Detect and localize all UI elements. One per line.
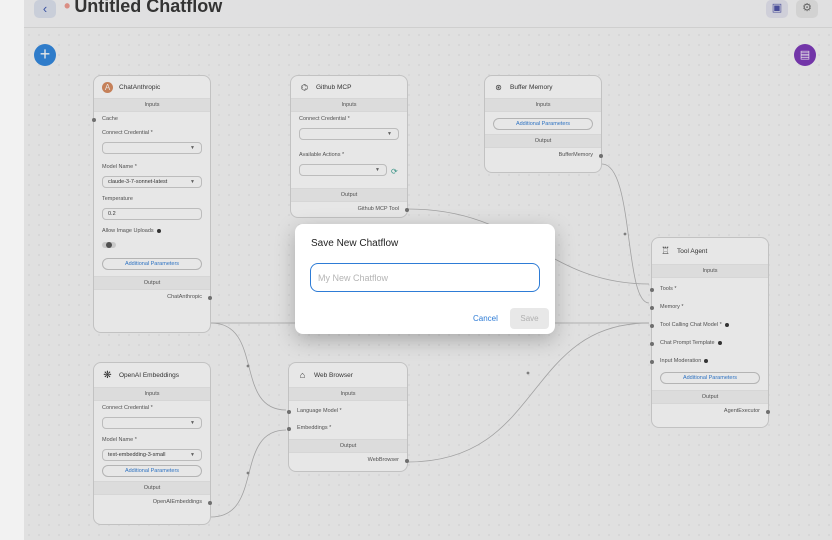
dialog-title: Save New Chatflow: [311, 238, 399, 249]
save-chatflow-dialog: Save New Chatflow Cancel Save: [295, 224, 555, 334]
canvas[interactable]: ‹ • Untitled Chatflow ▣ ⚙ + ▤ A ChatAnthr…: [24, 0, 832, 540]
chatflow-name-input[interactable]: [310, 263, 540, 292]
save-button[interactable]: Save: [510, 308, 549, 329]
cancel-button[interactable]: Cancel: [473, 314, 498, 323]
